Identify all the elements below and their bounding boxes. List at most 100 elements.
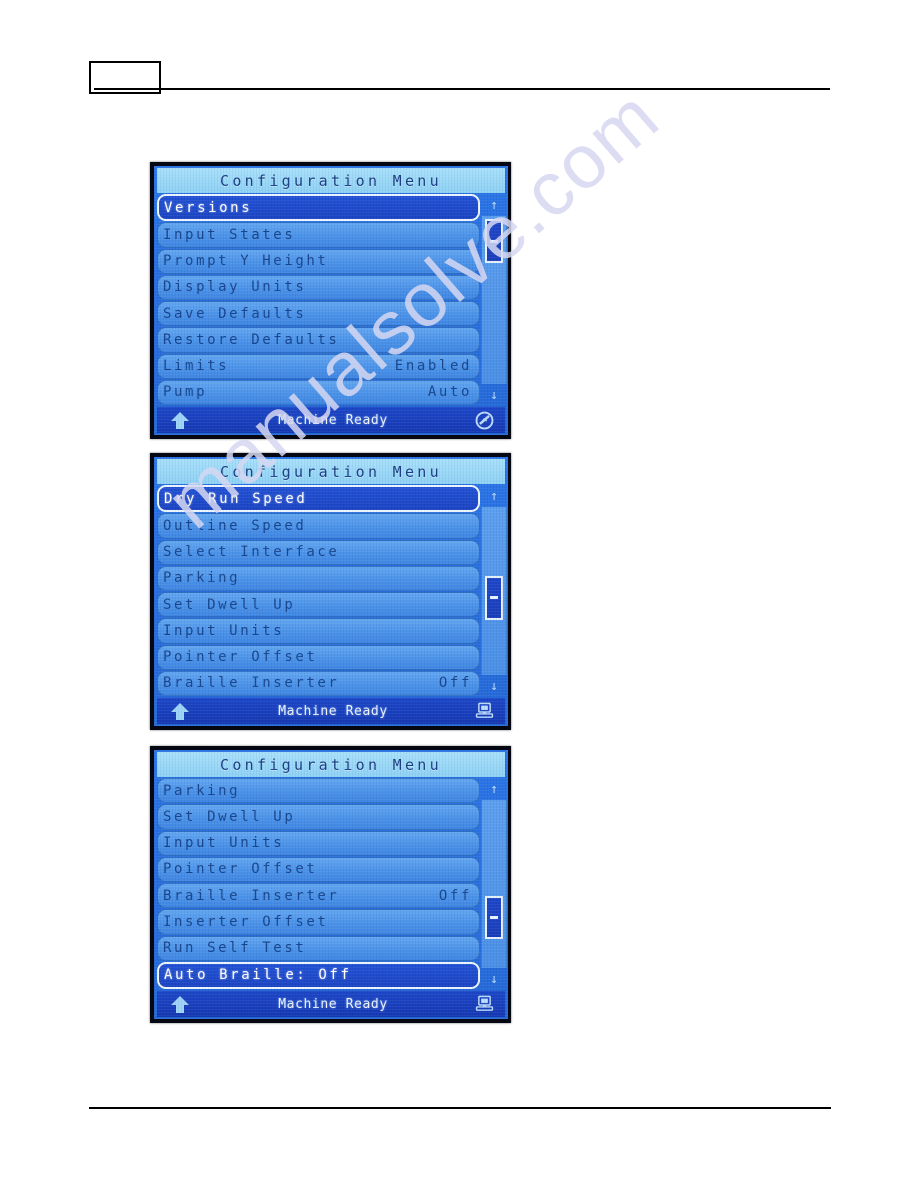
menu-item-selected[interactable]: Versions [157, 194, 480, 222]
status-bar-left[interactable] [157, 702, 203, 721]
status-bar: Machine Ready [157, 991, 505, 1017]
menu-list: Versions Input States Prompt Y Height Displ… [157, 194, 480, 406]
status-bar-right [463, 995, 505, 1013]
menu-item[interactable]: Outline Speed [157, 513, 480, 539]
menu-item[interactable]: Select Interface [157, 539, 480, 565]
status-message: Machine Ready [278, 996, 388, 1012]
menu-item-label: Select Interface [163, 544, 340, 561]
menu-item-label: Restore Defaults [163, 331, 340, 348]
menu-item-label: Input Units [163, 835, 285, 852]
status-bar: Machine Ready [157, 407, 505, 433]
menu-item-label: Run Self Test [163, 940, 307, 957]
menu-item-selected[interactable]: Auto Braille: Off [157, 961, 480, 989]
lcd-display: Configuration Menu Dry Run Speed Outline S… [154, 457, 508, 726]
lcd-screenshot-2: Configuration Menu Dry Run Speed Outline S… [150, 453, 511, 730]
no-connection-icon [475, 411, 494, 430]
menu-item[interactable]: Restore Defaults [157, 327, 480, 353]
menu-item-label: Auto Braille: Off [164, 967, 352, 984]
menu-item[interactable]: Pointer Offset [157, 644, 480, 670]
menu-item[interactable]: Parking [157, 565, 480, 591]
scrollbar[interactable]: ↑ ↓ [481, 485, 507, 697]
menu-item-value: Off [438, 887, 472, 904]
scroll-down-arrow-icon[interactable]: ↓ [482, 968, 506, 990]
lcd-screenshot-3: Configuration Menu Parking Set Dwell Up Inp… [150, 746, 511, 1023]
menu-item-value: Enabled [394, 358, 472, 375]
scroll-down-arrow-icon[interactable]: ↓ [482, 675, 506, 697]
footer-divider [89, 1107, 831, 1109]
scroll-up-arrow-icon[interactable]: ↑ [482, 194, 506, 216]
menu-item-label: Pointer Offset [163, 861, 318, 878]
scrollbar[interactable]: ↑ ↓ [481, 778, 507, 990]
status-bar-left[interactable] [157, 995, 203, 1014]
menu-item[interactable]: Input Units [157, 618, 480, 644]
menu-item-label: Input States [163, 226, 296, 243]
lcd-screenshot-1: Configuration Menu Versions Input States Pr… [150, 162, 511, 439]
menu-item-label: Braille Inserter [163, 887, 340, 904]
screen-title: Configuration Menu [157, 459, 505, 484]
status-bar-right [463, 411, 505, 430]
scroll-up-arrow-icon[interactable]: ↑ [482, 778, 506, 800]
menu-item[interactable]: Display Units [157, 274, 480, 300]
menu-item-label: Braille Inserter [163, 675, 340, 692]
menu-item[interactable]: Limits Enabled [157, 353, 480, 379]
scrollbar-thumb[interactable] [485, 575, 503, 620]
menu-item-label: Prompt Y Height [163, 253, 329, 270]
up-arrow-icon [170, 702, 190, 721]
menu-body: Versions Input States Prompt Y Height Displ… [154, 194, 508, 406]
lcd-display: Configuration Menu Versions Input States Pr… [154, 166, 508, 435]
scrollbar[interactable]: ↑ ↓ [481, 194, 507, 406]
menu-item-value: Off [438, 675, 472, 692]
status-bar-left[interactable] [157, 411, 203, 430]
lcd-display: Configuration Menu Parking Set Dwell Up Inp… [154, 750, 508, 1019]
menu-item[interactable]: Run Self Test [157, 935, 480, 961]
screen-title: Configuration Menu [157, 168, 505, 193]
menu-body: Dry Run Speed Outline Speed Select Interfa… [154, 485, 508, 697]
menu-item-label: Parking [163, 570, 241, 587]
menu-item-label: Save Defaults [163, 305, 307, 322]
screen-title: Configuration Menu [157, 752, 505, 777]
menu-list: Parking Set Dwell Up Input Units Pointer Of… [157, 778, 480, 990]
menu-item-label: Set Dwell Up [163, 596, 296, 613]
scrollbar-track[interactable] [481, 507, 507, 675]
menu-item-label: Limits [163, 358, 230, 375]
up-arrow-icon [170, 411, 190, 430]
scrollbar-thumb[interactable] [485, 895, 503, 940]
menu-item-label: Dry Run Speed [164, 490, 308, 507]
menu-item[interactable]: Input Units [157, 830, 480, 856]
menu-item[interactable]: Inserter Offset [157, 909, 480, 935]
menu-item-value: Auto [427, 384, 472, 401]
menu-item[interactable]: Braille Inserter Off [157, 883, 480, 909]
menu-item[interactable]: Save Defaults [157, 301, 480, 327]
up-arrow-icon [170, 995, 190, 1014]
menu-item-label: Versions [164, 199, 253, 216]
scrollbar-track[interactable] [481, 216, 507, 384]
menu-item-label: Display Units [163, 279, 307, 296]
scroll-down-arrow-icon[interactable]: ↓ [482, 384, 506, 406]
menu-item-label: Input Units [163, 622, 285, 639]
status-message: Machine Ready [278, 412, 388, 428]
menu-item-label: Set Dwell Up [163, 808, 296, 825]
menu-list: Dry Run Speed Outline Speed Select Interfa… [157, 485, 480, 697]
menu-item[interactable]: Pump Auto [157, 379, 480, 405]
menu-item[interactable]: Braille Inserter Off [157, 670, 480, 696]
menu-body: Parking Set Dwell Up Input Units Pointer Of… [154, 778, 508, 990]
menu-item[interactable]: Pointer Offset [157, 856, 480, 882]
menu-item-label: Outline Speed [163, 517, 307, 534]
scroll-up-arrow-icon[interactable]: ↑ [482, 485, 506, 507]
header-divider [94, 88, 830, 90]
menu-item[interactable]: Set Dwell Up [157, 592, 480, 618]
menu-item-label: Inserter Offset [163, 913, 329, 930]
scrollbar-thumb[interactable] [485, 219, 503, 264]
menu-item[interactable]: Input States [157, 222, 480, 248]
menu-item[interactable]: Parking [157, 778, 480, 804]
menu-item-label: Parking [163, 782, 241, 799]
status-bar-right [463, 702, 505, 720]
computer-icon [475, 702, 494, 720]
menu-item[interactable]: Prompt Y Height [157, 248, 480, 274]
menu-item-label: Pump [163, 384, 208, 401]
menu-item-selected[interactable]: Dry Run Speed [157, 485, 480, 513]
status-bar: Machine Ready [157, 698, 505, 724]
menu-item[interactable]: Set Dwell Up [157, 804, 480, 830]
menu-item-label: Pointer Offset [163, 649, 318, 666]
scrollbar-track[interactable] [481, 800, 507, 968]
